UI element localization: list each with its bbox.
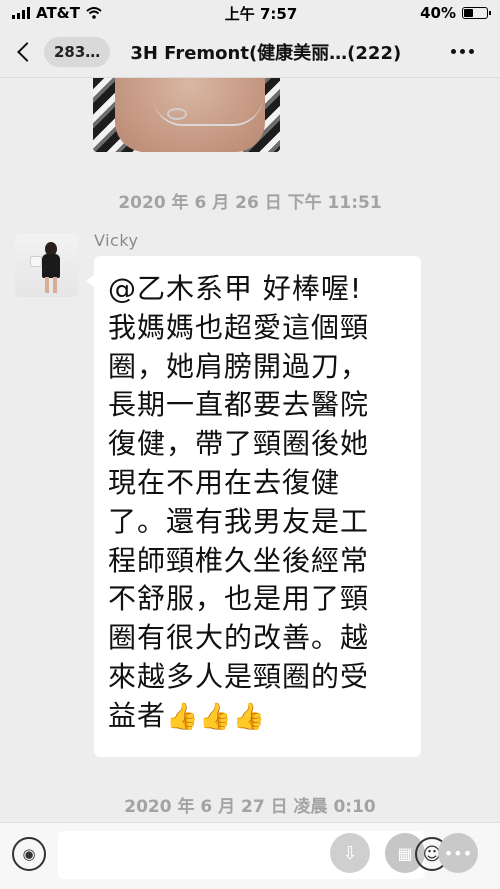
battery-group: 40% [420, 4, 491, 22]
battery-icon [461, 7, 491, 19]
message-line: @乙木系甲 好棒喔! [108, 272, 363, 305]
message-line: 長期一直都要去醫院 [108, 388, 370, 422]
back-arrow-icon[interactable] [17, 41, 37, 62]
message-last-text: 益者 [108, 698, 167, 732]
more-icon[interactable]: ••• [438, 833, 478, 873]
message-line: 復健，帶了頸圈後她 [108, 427, 370, 461]
message-line: 來越多人是頸圈的受 [108, 659, 370, 693]
timestamp: 2020 年 6 月 26 日 下午 11:51 [118, 193, 382, 213]
carrier-group: AT&T [12, 4, 102, 22]
timestamp: 2020 年 6 月 27 日 凌晨 0:10 [124, 797, 376, 817]
wifi-icon [86, 7, 102, 19]
message-line: 圈，她肩膀開過刀， [108, 349, 370, 383]
message-line: 現在不用在去復健 [108, 465, 341, 499]
clock: 上午 7:57 [224, 4, 298, 23]
carrier-label: AT&T [36, 4, 80, 22]
image-message[interactable] [93, 78, 280, 152]
signal-icon [12, 7, 30, 19]
voice-icon[interactable]: ◉ [12, 837, 46, 871]
message-last-line: 益者👍👍👍 [108, 697, 409, 736]
input-bar: ◉ ⇩ ▦ ☺ ••• [0, 822, 500, 889]
sender-name: Vicky [94, 231, 139, 250]
battery-percent: 40% [420, 4, 456, 22]
thumbs-up-icon: 👍👍👍 [166, 701, 267, 732]
inbox-icon[interactable]: ⇩ [330, 833, 370, 873]
avatar[interactable] [15, 234, 78, 297]
message-line: 我媽媽也超愛這個頸 [108, 310, 370, 344]
message-input[interactable] [58, 831, 425, 879]
status-bar: AT&T 上午 7:57 40% [0, 0, 500, 26]
message-line: 圈有很大的改善。越 [108, 621, 370, 655]
chat-header: 283… 3H Fremont(健康美丽…(222) [0, 26, 500, 78]
chat-title: 3H Fremont(健康美丽…(222) [130, 42, 402, 64]
more-options-icon[interactable] [451, 49, 474, 54]
message-line: 程師頸椎久坐後經常 [108, 543, 370, 577]
message-line: 不舒服，也是用了頸 [108, 582, 370, 616]
unread-count-badge[interactable]: 283… [44, 36, 111, 67]
message-bubble[interactable]: @乙木系甲 好棒喔! 我媽媽也超愛這個頸 圈，她肩膀開過刀， 長期一直都要去醫院… [86, 256, 421, 757]
message-line: 了。還有我男友是工 [108, 504, 370, 538]
